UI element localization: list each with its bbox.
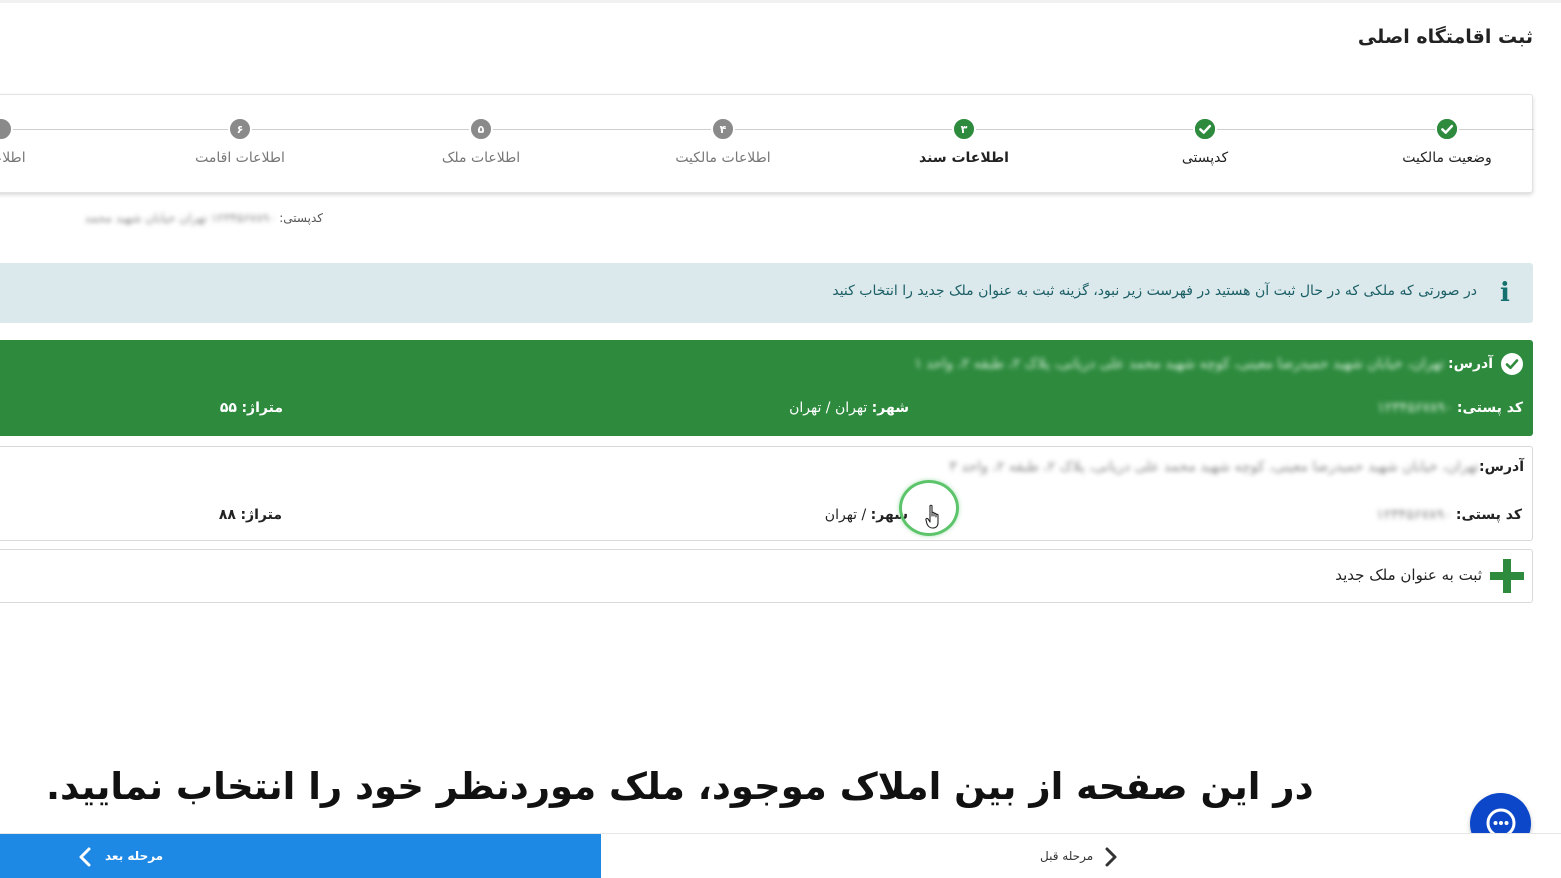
step-label: اطلاعات مالکیت <box>675 150 771 166</box>
address-label: آدرس: <box>1448 356 1493 372</box>
register-new-property-label: ثبت به عنوان ملک جدید <box>1335 566 1482 584</box>
postal-value: ۱۲۳۴۵۶۷۸۹۰ <box>1377 400 1453 416</box>
page: ثبت اقامتگاه اصلی وضعیت مالکیت کدپستی ۳ … <box>0 0 1561 878</box>
area-value: ۵۵ <box>219 400 237 416</box>
info-alert: i در صورتی که ملکی که در حال ثبت آن هستی… <box>0 263 1533 323</box>
page-title: ثبت اقامتگاه اصلی <box>1357 26 1533 48</box>
address-value: تهران، خیابان شهید حمیدرضا معینی، کوچه ش… <box>914 356 1445 372</box>
postal-code-summary: کدپستی: ۱۲۳۴۵۶۷۸۹۰ تهران خیابان شهید محم… <box>85 211 323 225</box>
previous-step-button[interactable]: مرحله قبل <box>1030 834 1130 878</box>
chevron-right-icon <box>1105 847 1117 867</box>
register-new-property-button[interactable]: ثبت به عنوان ملک جدید <box>0 549 1533 603</box>
step-residence-info[interactable]: ۶ اطلاعات اقامت <box>120 95 360 194</box>
step-ownership-status[interactable]: وضعیت مالکیت <box>1327 95 1561 194</box>
area-cell: متراژ: ۸۸ <box>219 507 282 523</box>
tutorial-caption: در این صفحه از بین املاک موجود، ملک مورد… <box>46 765 1314 808</box>
area-value: ۸۸ <box>218 507 236 523</box>
step-label: وضعیت مالکیت <box>1402 150 1492 166</box>
step-deed-info[interactable]: ۳ اطلاعات سند <box>844 95 1084 194</box>
top-divider <box>0 0 1561 3</box>
step-label: اطلاعات اقامت <box>195 150 285 166</box>
step-number: ۴ <box>711 117 735 141</box>
city-cell: شهر: / تهران <box>825 507 908 523</box>
city-label: شهر: <box>871 400 909 416</box>
plus-icon <box>1490 559 1524 593</box>
step-number: ۳ <box>952 117 976 141</box>
postal-value: ۱۲۳۴۵۶۷۸۹۰ <box>1376 507 1452 523</box>
check-icon <box>1501 353 1523 375</box>
details-row: کد پستی: ۱۲۳۴۵۶۷۸۹۰ شهر: تهران / تهران م… <box>0 400 1533 422</box>
step-postal-code[interactable]: کدپستی <box>1085 95 1325 194</box>
area-label: متراژ: <box>240 507 282 523</box>
step-more-info[interactable]: اطلاعات <box>0 95 121 194</box>
step-number: ۶ <box>228 117 252 141</box>
hand-cursor-icon <box>925 504 939 529</box>
chevron-left-icon <box>79 847 91 867</box>
next-step-label: مرحله بعد <box>105 849 164 863</box>
area-label: متراژ: <box>241 400 283 416</box>
postal-cell: کد پستی: ۱۲۳۴۵۶۷۸۹۰ <box>1377 400 1523 416</box>
city-value: / تهران <box>824 507 867 523</box>
postal-cell: کد پستی: ۱۲۳۴۵۶۷۸۹۰ <box>1376 507 1522 523</box>
step-done-check-icon <box>1193 117 1217 141</box>
property-card-selected[interactable]: آدرس: تهران، خیابان شهید حمیدرضا معینی، … <box>0 340 1533 436</box>
property-card[interactable]: آدرس: تهران، خیابان شهید حمیدرضا معینی، … <box>0 446 1533 541</box>
postal-label: کد پستی: <box>1455 507 1522 523</box>
area-cell: متراژ: ۵۵ <box>220 400 283 416</box>
address-row: آدرس: تهران، خیابان شهید حمیدرضا معینی، … <box>914 353 1523 375</box>
step-label: کدپستی <box>1181 150 1229 166</box>
city-cell: شهر: تهران / تهران <box>789 400 909 416</box>
address-value: تهران، خیابان شهید حمیدرضا معینی، کوچه ش… <box>949 459 1480 475</box>
postal-label: کد پستی: <box>1456 400 1523 416</box>
step-label: اطلاعات سند <box>919 150 1009 166</box>
footer-nav: مرحله بعد مرحله قبل <box>0 833 1561 878</box>
step-number <box>0 117 13 141</box>
postal-code-value: ۱۲۳۴۵۶۷۸۹۰ تهران خیابان شهید محمد <box>84 211 276 225</box>
details-row: کد پستی: ۱۲۳۴۵۶۷۸۹۰ شهر: / تهران متراژ: … <box>0 507 1532 529</box>
city-value: تهران / تهران <box>789 400 868 416</box>
address-label: آدرس: <box>1479 459 1524 475</box>
step-ownership-info[interactable]: ۴ اطلاعات مالکیت <box>603 95 843 194</box>
step-done-check-icon <box>1435 117 1459 141</box>
next-step-button[interactable]: مرحله بعد <box>0 834 601 878</box>
step-number: ۵ <box>469 117 493 141</box>
address-row: آدرس: تهران، خیابان شهید حمیدرضا معینی، … <box>949 459 1524 475</box>
info-icon: i <box>1500 278 1510 308</box>
step-property-info[interactable]: ۵ اطلاعات ملک <box>361 95 601 194</box>
info-text: در صورتی که ملکی که در حال ثبت آن هستید … <box>832 283 1477 299</box>
postal-code-label: کدپستی: <box>279 211 323 225</box>
stepper: وضعیت مالکیت کدپستی ۳ اطلاعات سند ۴ اطلا… <box>0 94 1534 194</box>
step-label: اطلاعات <box>0 150 26 166</box>
previous-step-label: مرحله قبل <box>1040 849 1094 863</box>
step-label: اطلاعات ملک <box>441 150 521 166</box>
